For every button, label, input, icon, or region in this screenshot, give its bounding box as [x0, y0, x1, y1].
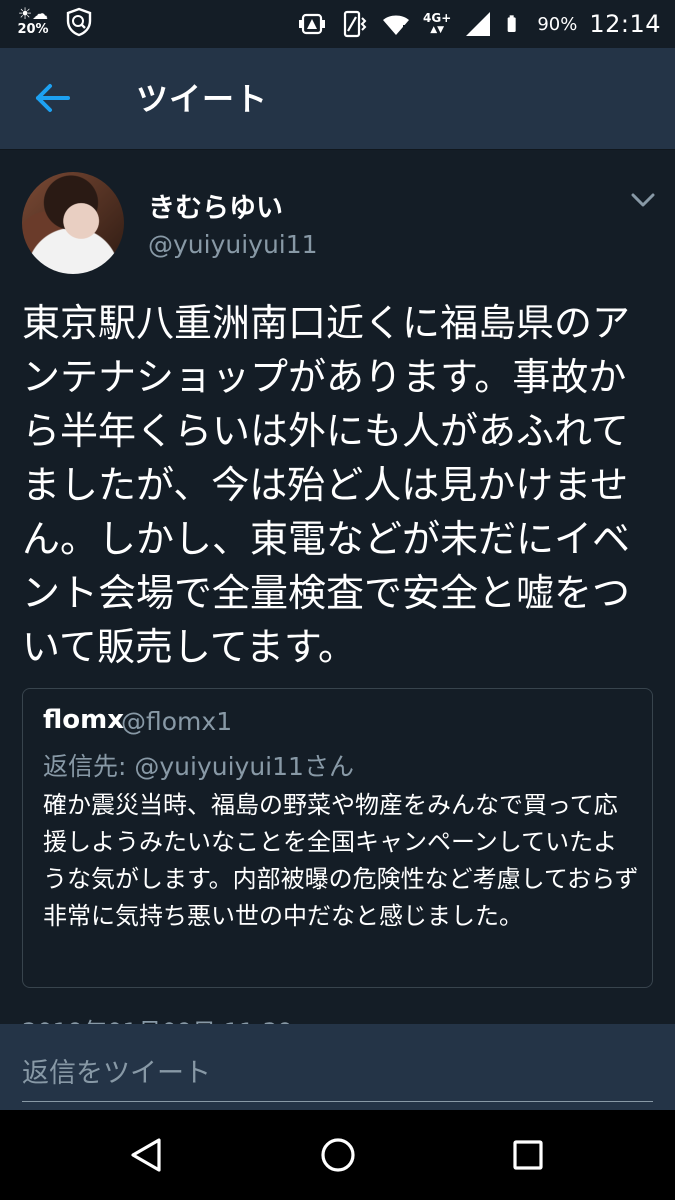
data-arrows-icon: ▲▼	[430, 25, 445, 35]
reply-bar	[0, 1024, 675, 1110]
tweet-text: 東京駅八重洲南口近くに福島県のアンテナショップがあります。事故から半年くらいは外…	[22, 301, 631, 669]
shield-icon	[66, 7, 92, 37]
quoted-tweet[interactable]: flomx @flomx1 返信先: @yuiyuiyui11さん 確か震災当時…	[22, 688, 653, 988]
nav-back-icon[interactable]	[127, 1135, 167, 1175]
wifi-icon	[383, 15, 410, 35]
chevron-down-icon[interactable]	[628, 188, 658, 212]
network-indicator: 4G+ ▲▼	[423, 12, 451, 36]
back-arrow-icon[interactable]	[30, 78, 74, 118]
tweet-detail: きむらゆい @yuiyuiyui11 東京駅八重洲南口近くに福島県のアンテナショ…	[0, 150, 675, 1024]
avatar[interactable]	[22, 172, 124, 274]
status-bar-right: 4G+ ▲▼ 90% 12:14	[297, 8, 661, 40]
author-handle[interactable]: @yuiyuiyui11	[148, 230, 318, 259]
screen: ☀☁ 20% 4G+ ▲▼ 90% 12:14 ツイート きむらゆい @yuiy…	[0, 0, 675, 1200]
clock: 12:14	[589, 10, 661, 38]
quoted-author-handle: @flomx1	[121, 707, 233, 736]
quoted-author-name: flomx	[43, 705, 124, 735]
nav-recents-icon[interactable]	[508, 1135, 548, 1175]
notification-icon	[299, 13, 326, 35]
top-app-bar: ツイート	[0, 48, 675, 150]
author-display-name[interactable]: きむらゆい	[148, 186, 283, 225]
weather-icon: ☀☁	[17, 4, 49, 23]
vibrate-icon	[343, 10, 367, 38]
battery-icon	[507, 15, 516, 32]
page-title: ツイート	[136, 80, 269, 118]
reply-input[interactable]	[22, 1046, 653, 1102]
status-bar: ☀☁ 20% 4G+ ▲▼ 90% 12:14	[0, 0, 675, 48]
nav-home-icon[interactable]	[318, 1135, 358, 1175]
weather-value: 20%	[17, 22, 49, 37]
quoted-tweet-text: 確か震災当時、福島の野菜や物産をみんなで買って応援しようみたいなことを全国キャン…	[43, 791, 639, 930]
navigation-bar	[0, 1110, 675, 1200]
quoted-reply-to: 返信先: @yuiyuiyui11さん	[43, 752, 354, 781]
weather-indicator: ☀☁ 20%	[16, 6, 50, 38]
battery-percent: 90%	[537, 13, 578, 35]
signal-icon	[466, 12, 491, 36]
tweet-timestamp: 2019年01月09日 11:39	[22, 1012, 293, 1024]
network-type: 4G+	[423, 11, 452, 25]
status-bar-left: ☀☁ 20%	[16, 6, 94, 38]
